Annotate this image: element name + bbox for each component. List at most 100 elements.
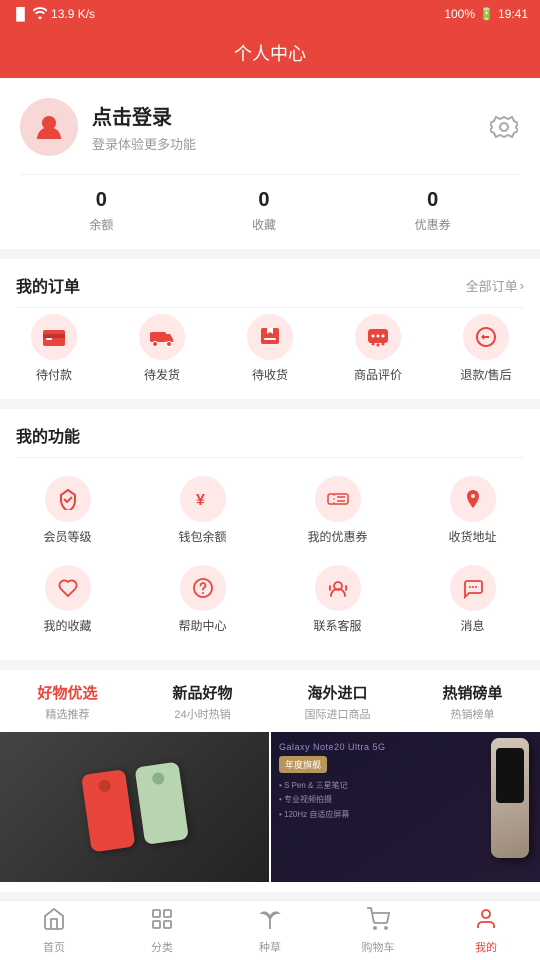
settings-icon[interactable]	[488, 111, 520, 143]
order-refund[interactable]: 退款/售后	[432, 314, 540, 383]
page-header: 个人中心	[0, 28, 540, 78]
feature-help[interactable]: 帮助中心	[135, 555, 270, 644]
category-hot[interactable]: 热销磅单 热销榜单	[405, 682, 540, 722]
cart-label: 购物车	[362, 939, 395, 955]
service-icon	[315, 565, 361, 611]
order-pending-receive[interactable]: 待收货	[216, 314, 324, 383]
wallet-icon: ¥	[180, 476, 226, 522]
nav-cart[interactable]: 购物车	[324, 901, 432, 960]
help-label: 帮助中心	[178, 617, 226, 634]
favorites-icon	[45, 565, 91, 611]
service-label: 联系客服	[313, 617, 361, 634]
stat-coupons[interactable]: 0 优惠券	[415, 189, 451, 233]
balance-label: 余额	[89, 216, 113, 233]
review-icon	[355, 314, 401, 360]
feature-member[interactable]: 会员等级	[0, 466, 135, 555]
nav-home[interactable]: 首页	[0, 901, 108, 960]
orders-row: 待付款 待发货 待收货	[0, 308, 540, 399]
favorites-label: 收藏	[252, 216, 276, 233]
features-header: 我的功能	[0, 409, 540, 457]
features-section: 我的功能 会员等级 ¥ 钱包余额	[0, 409, 540, 660]
categories-section: 好物优选 精选推荐 新品好物 24小时热销 海外进口 国际进口商品 热销磅单 热…	[0, 670, 540, 892]
status-left: ▐▌ 13.9 K/s	[12, 7, 95, 22]
profile-left[interactable]: 点击登录 登录体验更多功能	[20, 98, 196, 156]
feature-wallet[interactable]: ¥ 钱包余额	[135, 466, 270, 555]
speed-text: 13.9 K/s	[51, 7, 95, 21]
status-bar: ▐▌ 13.9 K/s 100% 🔋 19:41	[0, 0, 540, 28]
order-pending-payment[interactable]: 待付款	[0, 314, 108, 383]
feature-address[interactable]: 收货地址	[405, 466, 540, 555]
category-name-1: 好物优选	[37, 682, 97, 703]
bottom-nav: 首页 分类 种草 购物车	[0, 900, 540, 960]
coupons-value: 0	[427, 189, 438, 212]
wifi-icon	[33, 7, 47, 22]
stat-balance[interactable]: 0 余额	[89, 189, 113, 233]
category-sub-2: 24小时热销	[174, 706, 230, 722]
battery-text: 100%	[444, 7, 475, 21]
mine-icon	[474, 907, 498, 937]
feature-favorites[interactable]: 我的收藏	[0, 555, 135, 644]
order-review[interactable]: 商品评价	[324, 314, 432, 383]
order-pending-ship[interactable]: 待发货	[108, 314, 216, 383]
features-grid: 会员等级 ¥ 钱包余额 我的优惠券	[0, 458, 540, 660]
orders-header: 我的订单 全部订单 ›	[0, 259, 540, 307]
category-sub-1: 精选推荐	[46, 706, 90, 722]
product-card-galaxy[interactable]: Galaxy Note20 Ultra 5G 年度旗舰 • S Pen & 三星…	[271, 732, 540, 882]
category-selected[interactable]: 好物优选 精选推荐	[0, 682, 135, 722]
category-sub-4: 热销榜单	[451, 706, 495, 722]
category-new[interactable]: 新品好物 24小时热销	[135, 682, 270, 722]
nav-category[interactable]: 分类	[108, 901, 216, 960]
orders-more[interactable]: 全部订单 ›	[466, 276, 524, 295]
category-label: 分类	[151, 939, 173, 955]
message-label: 消息	[460, 617, 484, 634]
category-overseas[interactable]: 海外进口 国际进口商品	[270, 682, 405, 722]
refund-label: 退款/售后	[460, 366, 511, 383]
category-sub-3: 国际进口商品	[305, 706, 371, 722]
battery-icon: 🔋	[479, 7, 494, 21]
nav-grass[interactable]: 种草	[216, 901, 324, 960]
login-text: 点击登录	[92, 101, 196, 130]
categories-row: 好物优选 精选推荐 新品好物 24小时热销 海外进口 国际进口商品 热销磅单 热…	[0, 670, 540, 730]
orders-title: 我的订单	[16, 273, 80, 297]
cart-icon	[366, 907, 390, 937]
pending-ship-icon	[139, 314, 185, 360]
feature-message[interactable]: 消息	[405, 555, 540, 644]
feature-coupon[interactable]: 我的优惠券	[270, 466, 405, 555]
product-card-phones[interactable]	[0, 732, 269, 882]
stat-favorites[interactable]: 0 收藏	[252, 189, 276, 233]
pending-payment-icon	[31, 314, 77, 360]
address-icon	[450, 476, 496, 522]
grass-icon	[258, 907, 282, 937]
member-icon	[45, 476, 91, 522]
category-name-3: 海外进口	[307, 682, 367, 703]
grass-label: 种草	[259, 939, 281, 955]
chevron-right-icon: ›	[520, 278, 524, 293]
wallet-label: 钱包余额	[178, 528, 226, 545]
home-icon	[42, 907, 66, 937]
balance-value: 0	[96, 189, 107, 212]
coupons-label: 优惠券	[415, 216, 451, 233]
pending-payment-label: 待付款	[36, 366, 72, 383]
time-text: 19:41	[498, 7, 528, 21]
profile-info: 点击登录 登录体验更多功能	[92, 101, 196, 153]
mine-label: 我的	[475, 939, 497, 955]
address-label: 收货地址	[448, 528, 496, 545]
page-title: 个人中心	[234, 40, 306, 66]
help-icon	[180, 565, 226, 611]
category-name-2: 新品好物	[172, 682, 232, 703]
coupon-label: 我的优惠券	[307, 528, 367, 545]
features-title: 我的功能	[16, 423, 80, 447]
pending-receive-icon	[247, 314, 293, 360]
login-subtitle: 登录体验更多功能	[92, 134, 196, 153]
profile-card: 点击登录 登录体验更多功能 0 余额 0 收藏 0 优惠券	[0, 78, 540, 249]
avatar	[20, 98, 78, 156]
nav-mine[interactable]: 我的	[432, 901, 540, 960]
feature-service[interactable]: 联系客服	[270, 555, 405, 644]
favorites-value: 0	[258, 189, 269, 212]
stats-row: 0 余额 0 收藏 0 优惠券	[20, 174, 520, 233]
profile-top: 点击登录 登录体验更多功能	[20, 98, 520, 156]
category-name-4: 热销磅单	[442, 682, 502, 703]
review-label: 商品评价	[354, 366, 402, 383]
category-icon	[150, 907, 174, 937]
signal-icon: ▐▌	[12, 7, 29, 21]
